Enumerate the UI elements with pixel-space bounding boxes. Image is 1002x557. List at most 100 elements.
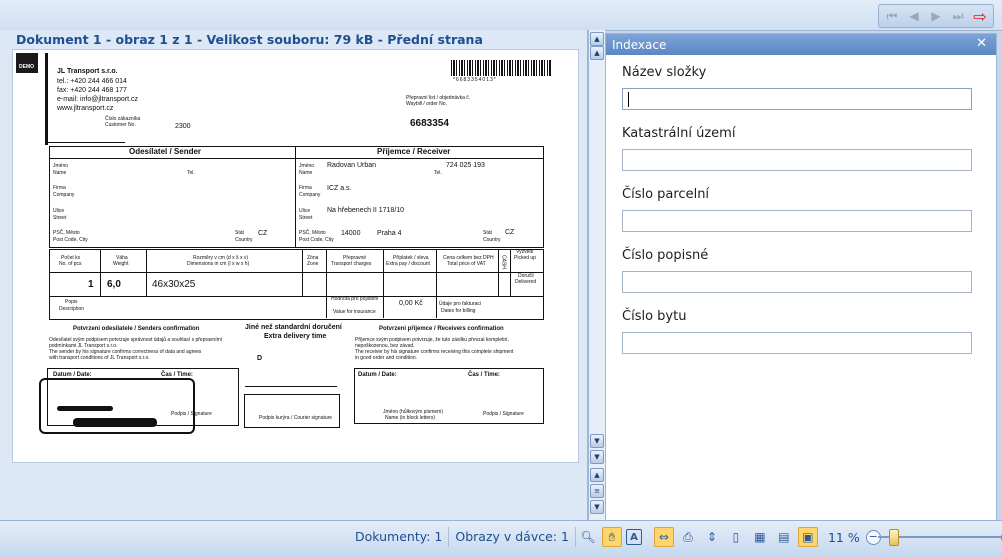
sender-header: Odesílatel / Sender <box>129 147 202 156</box>
flat-number-input[interactable] <box>622 332 972 354</box>
pcs-value: 1 <box>88 279 94 290</box>
receiver-time-label: Čas / Time: <box>468 372 500 378</box>
previous-icon[interactable]: ◀ <box>904 5 924 27</box>
header-wedge-line <box>45 142 125 143</box>
demo-logo: DEMO <box>16 53 38 73</box>
insurance-value: 0,00 Kč <box>399 300 423 307</box>
sender-company: JL Transport s.r.o. <box>57 68 118 75</box>
sender-fax: fax: +420 244 468 177 <box>57 87 127 94</box>
close-icon[interactable]: ✕ <box>976 36 987 51</box>
cadastral-area-input[interactable] <box>622 149 972 171</box>
receiver-psc-label: PSČ, Město <box>299 230 326 236</box>
col-line-5 <box>383 249 384 318</box>
barcode-text: *6683354013* <box>453 77 497 83</box>
sender-confirm-title: Potvrzení odesílatele / Senders confirma… <box>73 326 200 332</box>
scroll-page-icon[interactable]: ≡ <box>590 484 604 498</box>
col-weight-en: Weight <box>113 261 129 267</box>
parcel-number-input[interactable] <box>622 210 972 232</box>
panel-title: Indexace <box>612 37 667 52</box>
billing-label: Údaje pro fakturaci <box>439 301 481 307</box>
text-caret <box>628 92 629 107</box>
receiver-country: CZ <box>505 229 515 236</box>
other-line <box>245 386 337 387</box>
scroll-bottom-icon[interactable]: ▼ <box>590 450 604 464</box>
receiver-postcode: 14000 <box>341 230 361 237</box>
sender-tel: tel.: +420 244 466 014 <box>57 78 127 85</box>
field-label-flat-number: Číslo bytu <box>622 309 687 324</box>
table-row-line <box>49 296 543 297</box>
customer-label-en: Customer No. <box>105 122 136 128</box>
receiver-firm-label: Firma <box>299 185 312 191</box>
receiver-tel-label: Tel. <box>434 170 442 176</box>
sender-confirm-text-4: with transport conditions of JL Transpor… <box>49 355 150 361</box>
courier-sig-label: Podpis kurýra / Courier signature <box>259 415 333 421</box>
redaction-mark <box>73 418 157 427</box>
scroll-page-down-icon[interactable]: ▼ <box>590 500 604 514</box>
sender-street-label: Ulice <box>53 208 65 214</box>
col-pickup-en: Picked up <box>514 255 536 261</box>
print-icon[interactable]: ⎙ <box>678 527 698 547</box>
receiver-name-label-en: Name <box>299 170 313 176</box>
sender-state-label: Stát <box>235 230 244 236</box>
weight-value: 6,0 <box>107 279 121 290</box>
receiver-confirm-text-4: in good order and condition. <box>355 355 417 361</box>
house-number-input[interactable] <box>622 271 972 293</box>
waybill-label-en: Waybill / order No. <box>406 101 447 107</box>
exit-icon[interactable]: ⇨ <box>970 5 990 27</box>
desc-label-en: Description <box>59 306 85 312</box>
thumbnails-icon[interactable]: ▦ <box>750 527 770 547</box>
receiver-state-label-en: Country <box>483 237 501 243</box>
document-page[interactable]: DEMO JL Transport s.r.o. tel.: +420 244 … <box>12 49 579 463</box>
col-extra-en: Extra pay / discount <box>386 261 430 267</box>
sender-country: CZ <box>258 230 268 237</box>
scroll-up-icon[interactable]: ▲ <box>590 46 604 60</box>
grid-view-icon[interactable]: ▤ <box>774 527 794 547</box>
receiver-header: Příjemce / Receiver <box>377 147 451 156</box>
scroll-page-up-icon[interactable]: ▲ <box>590 468 604 482</box>
fit-height-icon[interactable]: ⇕ <box>702 527 722 547</box>
receiver-firm-label-en: Company <box>299 192 321 198</box>
actual-size-icon[interactable]: ▯ <box>726 527 746 547</box>
barcode <box>451 60 551 76</box>
zoom-level: 11 % <box>827 529 860 545</box>
text-select-icon[interactable]: A <box>625 529 642 545</box>
field-label-house-number: Číslo popisné <box>622 248 709 263</box>
status-bar-items: Dokumenty: 1 Obrazy v dávce: 1 🔍︎ ✋︎ A ⇔… <box>349 524 1002 550</box>
images-in-batch-count: Obrazy v dávce: 1 <box>449 527 576 547</box>
field-house-number: Číslo popisné <box>622 248 974 293</box>
first-icon[interactable]: ⏮ <box>882 5 902 27</box>
scroll-down-icon[interactable]: ▼ <box>590 434 604 448</box>
receiver-company: ICZ a.s. <box>327 185 352 192</box>
insurance-label: Hodnota pro pojištění <box>331 296 379 302</box>
scroll-top-icon[interactable]: ▲ <box>590 32 604 46</box>
field-parcel-number: Číslo parcelní <box>622 187 974 232</box>
table-header-line <box>49 272 543 273</box>
last-icon[interactable]: ⏭ <box>948 5 968 27</box>
zoom-tool-icon[interactable]: 🔍︎ <box>578 527 598 547</box>
documents-count: Dokumenty: 1 <box>349 527 450 547</box>
zoom-slider[interactable]: − + <box>865 527 1002 547</box>
receiver-street-label: Ulice <box>299 208 311 214</box>
address-divider <box>295 146 296 247</box>
receiver-name-label: Jméno <box>299 163 315 169</box>
top-toolbar: ⏮ ◀ ▶ ⏭ ⇨ <box>0 0 1002 31</box>
sender-web: www.jltransport.cz <box>57 105 114 112</box>
col-line-2 <box>146 249 147 297</box>
field-label-cadastral-area: Katastrální území <box>622 126 736 141</box>
pan-hand-icon[interactable]: ✋︎ <box>601 527 622 547</box>
field-label-folder-name: Název složky <box>622 65 707 80</box>
col-line-4 <box>326 249 327 318</box>
receiver-state-label: Stát <box>483 230 492 236</box>
receiver-psc-label-en: Post Code, City <box>299 237 334 243</box>
col-line-6 <box>436 249 437 318</box>
customer-number: 2300 <box>175 123 191 130</box>
folder-name-input[interactable] <box>622 88 972 110</box>
sender-psc-label-en: Post Code, City <box>53 237 88 243</box>
fit-width-icon[interactable]: ⇔ <box>653 527 674 547</box>
single-page-icon[interactable]: ▣ <box>797 527 818 547</box>
next-icon[interactable]: ▶ <box>926 5 946 27</box>
sender-firm-label-en: Company <box>53 192 75 198</box>
document-title: Dokument 1 - obraz 1 z 1 - Velikost soub… <box>16 32 483 47</box>
vertical-scrollbar[interactable]: ▲ ▲ ▼ ▼ ▲ ≡ ▼ <box>588 30 605 520</box>
zoom-thumb[interactable] <box>888 529 899 546</box>
